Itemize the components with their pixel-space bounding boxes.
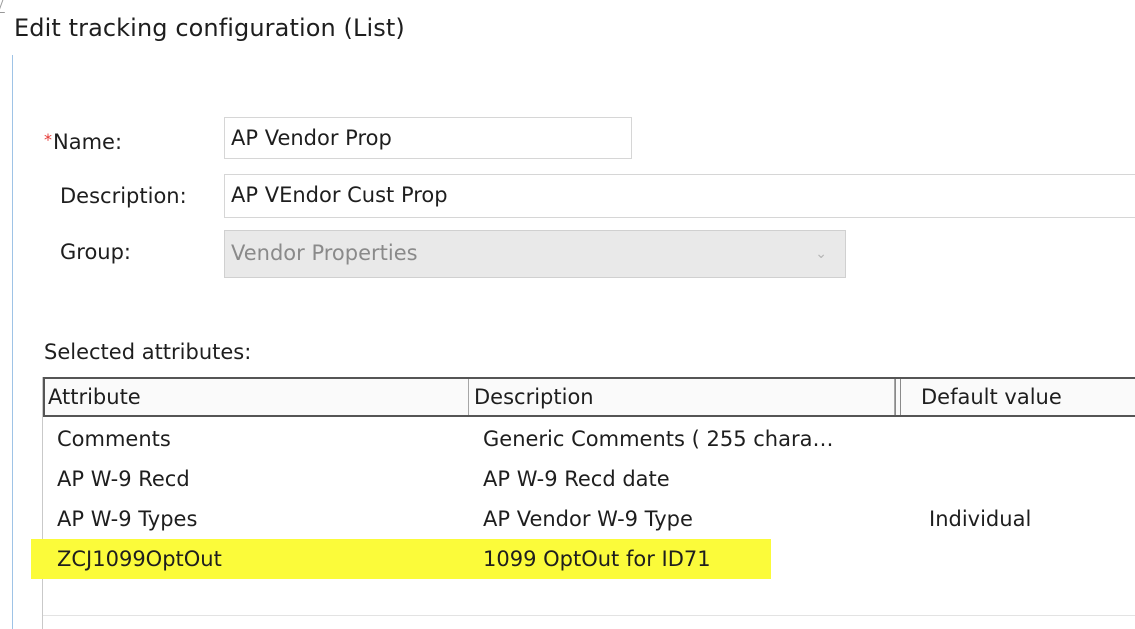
required-marker: *	[44, 130, 52, 149]
group-select[interactable]: Vendor Properties ⌄	[224, 230, 846, 278]
name-input[interactable]: AP Vendor Prop	[224, 117, 632, 159]
column-header-description[interactable]: Description	[471, 379, 895, 415]
column-resize-handle-2[interactable]	[900, 379, 901, 415]
cell-description: 1099 OptOut for ID71	[483, 547, 711, 571]
cell-description: AP Vendor W-9 Type	[483, 507, 693, 531]
cell-attribute: AP W-9 Types	[57, 507, 198, 531]
name-label: *Name:	[44, 130, 122, 154]
cell-attribute: Comments	[57, 427, 171, 451]
cell-attribute: ZCJ1099OptOut	[57, 547, 222, 571]
group-select-value: Vendor Properties	[231, 241, 418, 265]
dialog-left-border	[12, 55, 13, 629]
table-row[interactable]: Comments Generic Comments ( 255 chara…	[43, 419, 1135, 459]
window-resize-grip	[0, 0, 10, 13]
attributes-table: Attribute Description Default value Comm…	[31, 377, 1135, 629]
table-row[interactable]: AP W-9 Types AP Vendor W-9 Type Individu…	[43, 499, 1135, 539]
table-row-highlighted[interactable]: ZCJ1099OptOut 1099 OptOut for ID71	[31, 539, 1135, 579]
cell-description: Generic Comments ( 255 chara…	[483, 427, 834, 451]
selected-attributes-label: Selected attributes:	[44, 340, 252, 364]
table-row[interactable]: AP W-9 Recd AP W-9 Recd date	[43, 459, 1135, 499]
column-header-attribute[interactable]: Attribute	[45, 379, 469, 415]
cell-attribute: AP W-9 Recd	[57, 467, 190, 491]
column-resize-handle[interactable]	[895, 379, 896, 415]
name-label-text: Name:	[53, 130, 123, 154]
cell-description: AP W-9 Recd date	[483, 467, 670, 491]
cell-default-value: Individual	[929, 507, 1032, 531]
chevron-down-icon: ⌄	[815, 246, 827, 262]
column-header-default-value[interactable]: Default value	[918, 379, 1135, 415]
description-input[interactable]: AP VEndor Cust Prop	[224, 174, 1135, 218]
attributes-table-header: Attribute Description Default value	[43, 377, 1135, 417]
dialog-title: Edit tracking configuration (List)	[14, 14, 405, 42]
description-label: Description:	[60, 184, 187, 208]
row-separator	[43, 615, 1135, 616]
group-label: Group:	[60, 240, 132, 264]
